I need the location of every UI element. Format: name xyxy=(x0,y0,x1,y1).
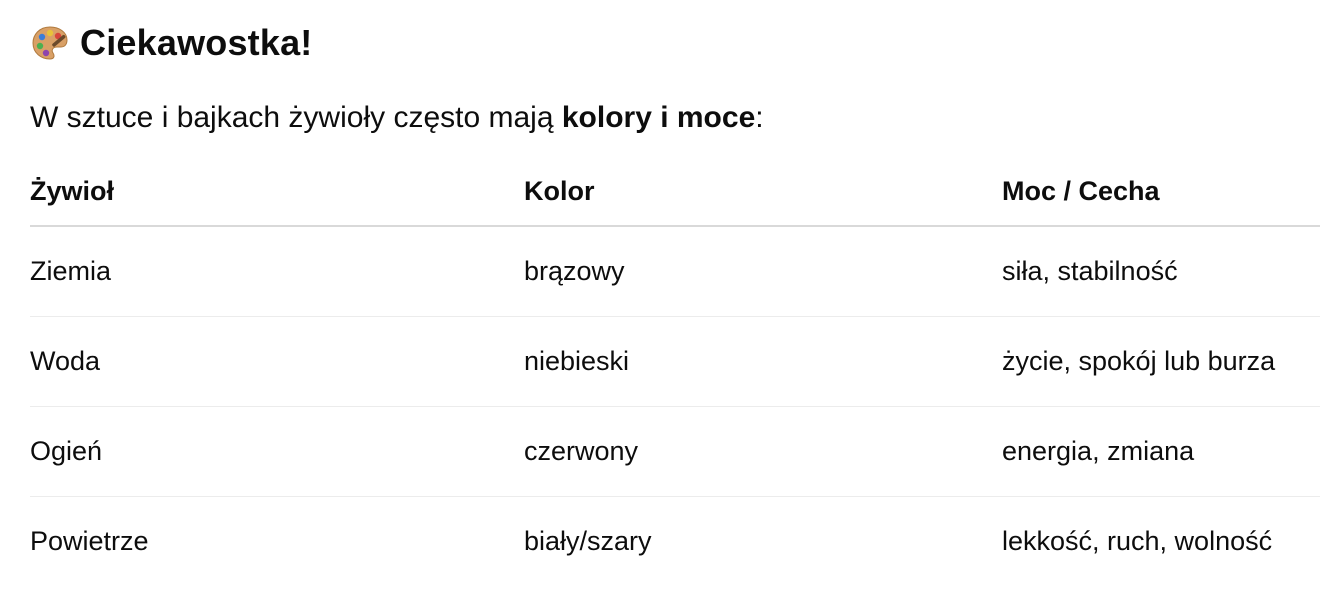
column-header-power: Moc / Cecha xyxy=(1002,158,1320,227)
table-cell-power: siła, stabilność xyxy=(1002,226,1320,317)
intro-text: W sztuce i bajkach żywioły często mają xyxy=(30,101,562,134)
heading-title: Ciekawostka! xyxy=(80,22,313,63)
table-cell-power: życie, spokój lub burza xyxy=(1002,316,1320,407)
table-cell-color: czerwony xyxy=(524,406,1002,497)
intro-bold-text: kolory i moce xyxy=(561,101,756,134)
column-header-color: Kolor xyxy=(524,158,1002,227)
intro-punctuation: : xyxy=(755,101,764,134)
table-header-row: Żywioł Kolor Moc / Cecha xyxy=(30,158,1320,227)
table-row: Woda niebieski życie, spokój lub burza xyxy=(30,316,1320,407)
table-cell-element: Powietrze xyxy=(30,526,149,556)
column-header-element: Żywioł xyxy=(30,158,524,227)
section-heading: Ciekawostka! xyxy=(30,18,313,68)
table-cell-color: niebieski xyxy=(524,316,1002,407)
elements-table: Żywioł Kolor Moc / Cecha Ziemia brązowy … xyxy=(30,158,1320,586)
table-cell-element: Ziemia xyxy=(30,226,524,317)
intro-paragraph: W sztuce i bajkach żywioły często mają k… xyxy=(30,98,764,138)
table-cell-element: Woda xyxy=(30,316,524,407)
table-cell-color: biały/szary xyxy=(524,526,652,556)
table-cell-element: Ogień xyxy=(30,406,524,497)
table-cell-power: lekkość, ruch, wolność xyxy=(1002,526,1273,556)
table-cell-power: energia, zmiana xyxy=(1002,406,1320,497)
table-cell-color: brązowy xyxy=(524,226,1002,317)
palette-icon xyxy=(30,23,70,63)
table-row: Ogień czerwony energia, zmiana xyxy=(30,406,1320,497)
table-row: Powietrze biały/szary lekkość, ruch, wol… xyxy=(30,497,1320,587)
table-row: Ziemia brązowy siła, stabilność xyxy=(30,226,1320,317)
